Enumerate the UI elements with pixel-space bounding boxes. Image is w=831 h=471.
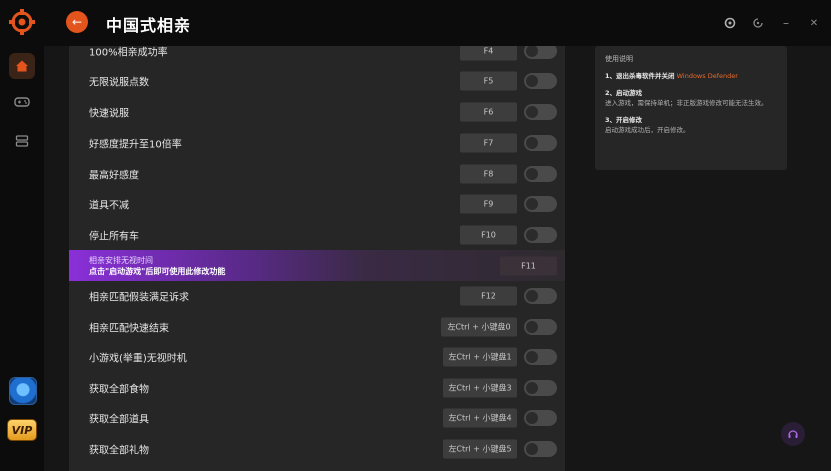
cheat-row: 相亲匹配假装满足诉求 F12 <box>69 281 565 311</box>
cheat-label: 停止所有车 <box>89 231 139 243</box>
hotkey-button[interactable]: F7 <box>460 133 517 153</box>
cheat-toggle[interactable] <box>524 227 557 243</box>
cheat-label: 获取全部道具 <box>89 414 149 426</box>
avatar[interactable] <box>9 377 37 405</box>
hotkey-button[interactable]: 左Ctrl + 小键盘3 <box>443 378 517 398</box>
hotkey-button[interactable]: 左Ctrl + 小键盘4 <box>443 408 517 428</box>
step-body: 启动游戏成功后，开启修改。 <box>605 125 690 134</box>
instructions-step: 1、退出杀毒软件并关闭 Windows Defender <box>605 72 777 81</box>
hotkey-button[interactable]: 左Ctrl + 小键盘0 <box>441 317 517 337</box>
support-button[interactable] <box>781 422 805 446</box>
step-heading: 2、启动游戏 <box>605 89 643 98</box>
instructions-title: 使用说明 <box>605 55 633 63</box>
step-heading: 3、开启修改 <box>605 116 643 125</box>
cheat-toggle[interactable] <box>524 288 557 304</box>
back-arrow-icon: ← <box>71 15 83 29</box>
instructions-step: 3、开启修改 启动游戏成功后，开启修改。 <box>605 116 777 135</box>
instructions-panel: 使用说明 1、退出杀毒软件并关闭 Windows Defender 2、启动游戏… <box>595 46 787 170</box>
step-body: 进入游戏，需保持单机；非正版游戏修改可能无法生效。 <box>605 98 768 107</box>
cheat-row: 快速说服 F6 <box>69 97 565 127</box>
cheat-label: 相亲安排无视时间 <box>89 256 153 265</box>
nav-rail: VIP <box>0 0 44 471</box>
library-button[interactable] <box>9 128 35 154</box>
refresh-icon <box>753 18 763 28</box>
cheat-label: 最高好感度 <box>89 170 139 182</box>
settings-icon <box>724 17 736 29</box>
cheat-label: 小游戏(举重)无视时机 <box>89 353 187 365</box>
hotkey-button[interactable]: F4 <box>460 46 517 61</box>
cheat-label: 相亲匹配假装满足诉求 <box>89 292 189 304</box>
cheat-row: 道具不减 F9 <box>69 189 565 219</box>
cheat-label: 快速说服 <box>89 108 129 120</box>
cheat-label: 道具不减 <box>89 200 129 212</box>
cheat-label: 相亲匹配快速结束 <box>89 323 169 335</box>
close-icon: ✕ <box>809 17 819 29</box>
home-icon <box>16 60 28 72</box>
hotkey-button[interactable]: 左Ctrl + 小键盘5 <box>443 439 517 459</box>
minimize-button[interactable]: – <box>777 14 795 32</box>
logo-icon[interactable] <box>9 9 35 35</box>
cheat-row: 无限说服点数 F5 <box>69 66 565 96</box>
cheat-row: 最高好感度 F8 <box>69 159 565 189</box>
instructions-step: 2、启动游戏 进入游戏，需保持单机；非正版游戏修改可能无法生效。 <box>605 89 777 108</box>
hotkey-button[interactable]: F8 <box>460 164 517 184</box>
minimize-icon: – <box>783 16 789 30</box>
cheat-row: 100%相亲成功率 F4 <box>69 46 565 66</box>
cheat-row: 获取全部道具 左Ctrl + 小键盘4 <box>69 403 565 433</box>
hotkey-button[interactable]: 左Ctrl + 小键盘1 <box>443 347 517 367</box>
cheat-toggle[interactable] <box>524 410 557 426</box>
cheat-toggle[interactable] <box>524 135 557 151</box>
hotkey-button[interactable]: F9 <box>460 194 517 214</box>
cheat-label: 获取全部礼物 <box>89 445 149 457</box>
cheat-row: 获取全部食物 左Ctrl + 小键盘3 <box>69 373 565 403</box>
cheat-label: 好感度提升至10倍率 <box>89 139 182 151</box>
cheat-label: 获取全部食物 <box>89 384 149 396</box>
hotkey-button[interactable]: F11 <box>500 256 557 275</box>
step-heading: 1、退出杀毒软件并关闭 <box>605 72 675 80</box>
cheat-row: 好感度提升至10倍率 F7 <box>69 128 565 158</box>
hotkey-button[interactable]: F6 <box>460 102 517 122</box>
close-button[interactable]: ✕ <box>805 14 823 32</box>
refresh-button[interactable] <box>749 14 767 32</box>
hotkey-button[interactable]: F5 <box>460 71 517 91</box>
header-bar: ← 中国式相亲 – ✕ <box>44 0 831 46</box>
cheat-toggle[interactable] <box>524 441 557 457</box>
cheat-row-disabled: 相亲安排无视时间 点击"启动游戏"后即可使用此修改功能 F11 <box>69 250 565 281</box>
cheat-row: 小游戏(举重)无视时机 左Ctrl + 小键盘1 <box>69 342 565 372</box>
headset-icon <box>788 430 798 438</box>
cheat-toggle[interactable] <box>524 196 557 212</box>
cheat-row: 获取全部礼物 左Ctrl + 小键盘5 <box>69 434 565 464</box>
cheat-label: 无限说服点数 <box>89 77 149 89</box>
vip-badge[interactable]: VIP <box>7 419 37 441</box>
cheat-toggle[interactable] <box>524 46 557 59</box>
hotkey-button[interactable]: F12 <box>460 286 517 306</box>
step-highlight: Windows Defender <box>676 72 738 80</box>
home-button[interactable] <box>9 53 35 79</box>
back-button[interactable]: ← <box>66 11 88 33</box>
cheat-toggle[interactable] <box>524 319 557 335</box>
settings-button[interactable] <box>721 14 739 32</box>
cheat-label: 100%相亲成功率 <box>89 47 168 59</box>
cheat-toggle[interactable] <box>524 349 557 365</box>
hotkey-button[interactable]: F10 <box>460 225 517 245</box>
cheat-toggle[interactable] <box>524 73 557 89</box>
cheat-row: 相亲匹配快速结束 左Ctrl + 小键盘0 <box>69 312 565 342</box>
games-button[interactable] <box>9 89 35 115</box>
layers-icon <box>15 135 29 147</box>
cheat-toggle[interactable] <box>524 166 557 182</box>
cheat-list: 100%相亲成功率 F4 无限说服点数 F5 快速说服 F6 好感度提升至10倍… <box>69 46 565 471</box>
page-title: 中国式相亲 <box>106 16 192 35</box>
cheat-row: 停止所有车 F10 <box>69 220 565 250</box>
cheat-notice: 点击"启动游戏"后即可使用此修改功能 <box>89 267 226 276</box>
gamepad-icon <box>14 97 30 107</box>
cheat-toggle[interactable] <box>524 380 557 396</box>
cheat-toggle[interactable] <box>524 104 557 120</box>
